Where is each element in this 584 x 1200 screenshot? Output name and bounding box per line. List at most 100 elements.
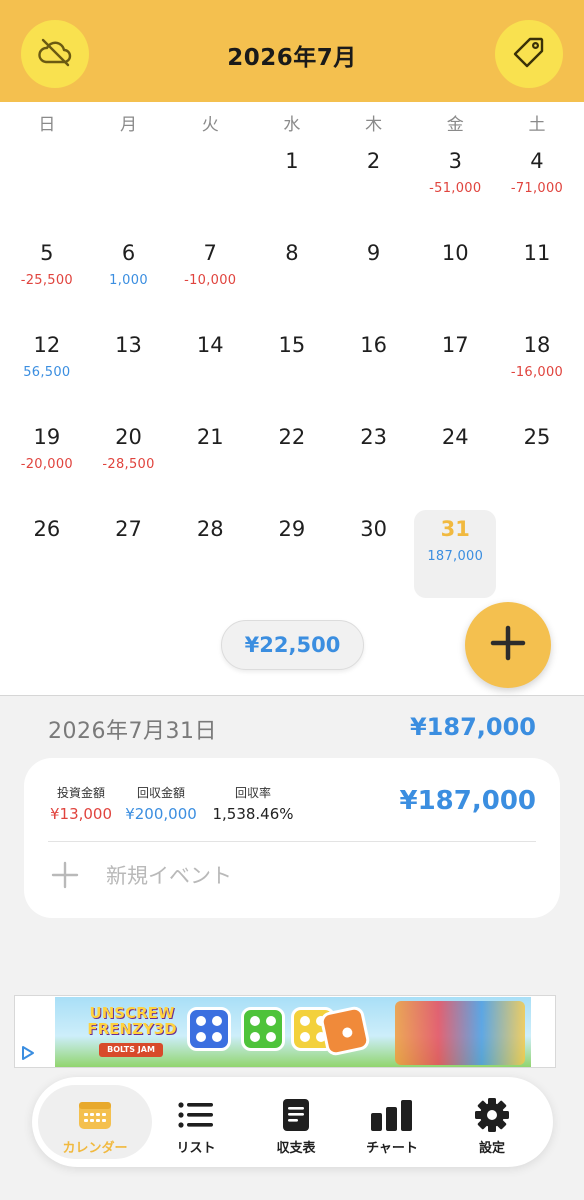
weekday-label: 金 [446, 115, 464, 135]
empty-day-cell [169, 142, 251, 234]
day-cell[interactable]: 21 [169, 418, 251, 510]
day-number: 8 [285, 241, 299, 265]
tab-settings[interactable]: 設定 [442, 1085, 542, 1159]
day-cell[interactable]: 11 [496, 234, 578, 326]
tab-calendar[interactable]: カレンダー [38, 1085, 152, 1159]
day-cell[interactable]: 17 [414, 326, 496, 418]
day-cell[interactable]: 18 -16,000 [496, 326, 578, 418]
tab-label: リスト [176, 1141, 216, 1156]
tab-label: カレンダー [62, 1141, 128, 1156]
day-cell[interactable]: 12 56,500 [6, 326, 88, 418]
day-amount: 1,000 [109, 273, 148, 288]
list-icon [178, 1095, 214, 1135]
day-cell[interactable]: 22 [251, 418, 333, 510]
header: 2026年7月 [0, 0, 584, 102]
day-number: 11 [523, 241, 551, 265]
tag-button[interactable] [495, 20, 563, 88]
day-cell[interactable]: 26 [6, 510, 88, 602]
tab-chart[interactable]: チャート [342, 1085, 442, 1159]
calendar-grid: 1 2 3 -51,000 4 -71,000 5 -25,500 6 1,000 7 -10,000… [6, 142, 578, 602]
weekday-label: 日 [38, 115, 56, 135]
weekday-label: 土 [528, 115, 546, 135]
day-cell[interactable]: 7 -10,000 [169, 234, 251, 326]
day-amount: -20,000 [20, 457, 73, 472]
day-number: 1 [285, 149, 299, 173]
divider [0, 695, 584, 696]
day-number: 3 [448, 149, 462, 173]
day-number: 23 [360, 425, 387, 449]
day-cell[interactable]: 1 [251, 142, 333, 234]
ad-tile-orange [318, 1004, 372, 1058]
day-cell[interactable]: 3 -51,000 [414, 142, 496, 234]
day-cell[interactable]: 16 [333, 326, 415, 418]
add-event-button[interactable] [465, 602, 551, 688]
day-number: 28 [196, 517, 224, 541]
bar-chart-icon [370, 1095, 414, 1135]
new-event-button[interactable]: 新規イベント [50, 860, 232, 890]
ad-choices-icon[interactable] [19, 1044, 37, 1062]
day-cell[interactable]: 30 [333, 510, 415, 602]
day-number: 13 [115, 333, 142, 357]
day-cell[interactable]: 4 -71,000 [496, 142, 578, 234]
card-total[interactable]: ¥187,000 [399, 786, 536, 816]
day-cell[interactable]: 27 [88, 510, 170, 602]
gear-icon [474, 1095, 510, 1135]
day-cell[interactable]: 6 1,000 [88, 234, 170, 326]
document-icon [282, 1095, 310, 1135]
day-cell[interactable]: 31 187,000 [414, 510, 497, 602]
tab-label: 収支表 [276, 1141, 316, 1156]
rate-stat: 回収率 1,538.46% [210, 784, 296, 823]
tab-label: チャート [366, 1141, 418, 1156]
weekday-label: 月 [120, 115, 138, 135]
day-cell[interactable]: 24 [414, 418, 496, 510]
tab-bar: カレンダー リスト 収支表 チャート 設定 [32, 1077, 553, 1167]
ad-image[interactable]: UNSCREW FRENZY3D BOLTS JAM [55, 997, 531, 1067]
tab-list[interactable]: リスト [146, 1085, 246, 1159]
day-amount: 56,500 [23, 365, 71, 380]
day-cell[interactable]: 25 [496, 418, 578, 510]
ad-title: UNSCREW FRENZY3D [87, 1004, 177, 1038]
day-cell[interactable]: 28 [169, 510, 251, 602]
day-number: 22 [278, 425, 306, 449]
day-cell[interactable]: 8 [251, 234, 333, 326]
day-amount: -28,500 [102, 457, 155, 472]
invest-label: 投資金額 [56, 786, 105, 800]
empty-day-cell [88, 142, 170, 234]
day-number: 15 [278, 333, 306, 357]
day-number: 26 [33, 517, 61, 541]
day-cell[interactable]: 13 [88, 326, 170, 418]
empty-day-cell [6, 142, 88, 234]
selected-day-total: ¥187,000 [409, 713, 536, 741]
day-cell[interactable]: 23 [333, 418, 415, 510]
day-cell[interactable]: 29 [251, 510, 333, 602]
day-cell[interactable]: 2 [333, 142, 415, 234]
day-cell[interactable]: 14 [169, 326, 251, 418]
ad-banner[interactable]: UNSCREW FRENZY3D BOLTS JAM [14, 995, 556, 1068]
day-cell[interactable]: 9 [333, 234, 415, 326]
day-cell[interactable]: 20 -28,500 [88, 418, 170, 510]
tag-icon [512, 35, 546, 73]
day-cell[interactable]: 5 -25,500 [6, 234, 88, 326]
day-cell[interactable]: 19 -20,000 [6, 418, 88, 510]
day-number: 2 [366, 149, 381, 173]
day-summary-card: 投資金額 ¥13,000 回収金額 ¥200,000 回収率 1,538.46%… [24, 758, 560, 918]
day-number: 29 [278, 517, 306, 541]
day-cell[interactable]: 10 [414, 234, 496, 326]
ad-blocks-image [395, 1001, 525, 1065]
day-number: 30 [360, 517, 387, 541]
tab-balance-sheet[interactable]: 収支表 [246, 1085, 346, 1159]
day-amount: -71,000 [510, 181, 564, 196]
plus-icon [50, 860, 80, 890]
month-total-badge[interactable]: ¥22,500 [221, 620, 364, 670]
weekday-label: 火 [201, 115, 219, 135]
invest-stat: 投資金額 ¥13,000 [48, 784, 114, 823]
day-cell[interactable]: 15 [251, 326, 333, 418]
rate-value: 1,538.46% [212, 805, 294, 823]
invest-value: ¥13,000 [49, 805, 113, 823]
ad-tile-green [241, 1007, 285, 1051]
card-divider [48, 841, 536, 842]
ad-tile-blue [187, 1007, 231, 1051]
rate-label: 回収率 [234, 786, 271, 800]
day-number: 27 [115, 517, 142, 541]
empty-day-cell [496, 510, 578, 602]
